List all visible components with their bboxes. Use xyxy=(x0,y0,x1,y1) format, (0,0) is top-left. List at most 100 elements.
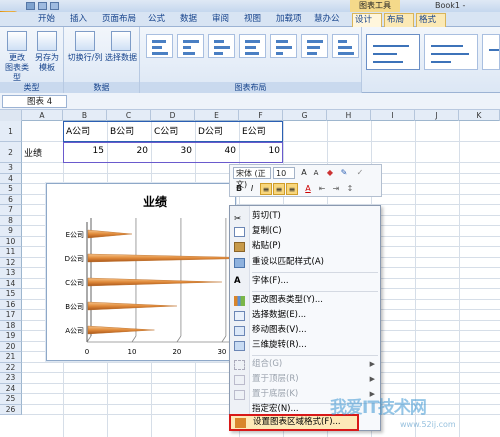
layout-option-3[interactable] xyxy=(208,34,235,58)
row-header-18[interactable]: 18 xyxy=(0,320,22,331)
text-direction-icon[interactable]: ↕ xyxy=(344,183,356,195)
x-tick-label: 30 xyxy=(217,348,226,356)
layout-option-4[interactable] xyxy=(239,34,266,58)
bold-icon[interactable]: B xyxy=(233,183,245,195)
col-header-h[interactable]: H xyxy=(327,110,371,121)
save-as-template-button[interactable]: 另存为 模板 xyxy=(32,31,62,73)
layout-option-1[interactable] xyxy=(146,34,173,58)
tab-data[interactable]: 数据 xyxy=(178,13,199,27)
row-header-3[interactable]: 3 xyxy=(0,163,22,174)
ribbon: 更改 图表类型 另存为 模板 类型 切换行/列 选择数据 数据 图表布局 xyxy=(0,27,500,93)
style-option-2[interactable] xyxy=(424,34,478,70)
indent-decrease-icon[interactable]: ⇤ xyxy=(316,183,328,195)
row-header-16[interactable]: 16 xyxy=(0,299,22,310)
row-header-26[interactable]: 26 xyxy=(0,404,22,415)
chart-area[interactable]: 业绩 0 10 20 30 A公司 B公司 C公司 D公司 E公司 xyxy=(46,183,237,361)
col-header-a[interactable]: A xyxy=(22,110,63,121)
tab-insert[interactable]: 插入 xyxy=(68,13,89,27)
align-left-icon[interactable]: ≡ xyxy=(260,183,272,195)
layout-option-2[interactable] xyxy=(177,34,204,58)
row-header-20[interactable]: 20 xyxy=(0,341,22,352)
bring-front-icon xyxy=(234,375,245,385)
menu-item-3d-rotation[interactable]: 三维旋转(R)... xyxy=(230,338,380,353)
col-header-d[interactable]: D xyxy=(151,110,195,121)
fill-color-icon[interactable]: ◆ xyxy=(324,167,336,179)
row-header-12[interactable]: 12 xyxy=(0,257,22,268)
row-header-9[interactable]: 9 xyxy=(0,226,22,237)
submenu-arrow-icon: ▶ xyxy=(369,360,375,368)
select-all-corner[interactable] xyxy=(0,110,22,121)
redo-icon[interactable] xyxy=(50,2,59,10)
menu-item-reset-style[interactable]: 重设以匹配样式(A) xyxy=(230,255,380,270)
col-header-c[interactable]: C xyxy=(107,110,151,121)
row-header-21[interactable]: 21 xyxy=(0,352,22,363)
indent-increase-icon[interactable]: ⇥ xyxy=(330,183,342,195)
row-header-22[interactable]: 22 xyxy=(0,362,22,373)
tab-page-layout[interactable]: 页面布局 xyxy=(100,13,138,27)
tab-home[interactable]: 开始 xyxy=(36,13,57,27)
col-header-e[interactable]: E xyxy=(195,110,239,121)
col-header-b[interactable]: B xyxy=(63,110,107,121)
menu-item-paste[interactable]: 粘贴(P) xyxy=(230,239,380,254)
row-header-24[interactable]: 24 xyxy=(0,383,22,394)
row-header-8[interactable]: 8 xyxy=(0,215,22,226)
col-header-k[interactable]: K xyxy=(459,110,500,121)
row-header-13[interactable]: 13 xyxy=(0,268,22,279)
row-header-7[interactable]: 7 xyxy=(0,205,22,216)
save-icon[interactable] xyxy=(26,2,35,10)
template-icon xyxy=(37,31,57,51)
align-right-icon[interactable]: ≡ xyxy=(286,183,298,195)
tab-format[interactable]: 格式 xyxy=(416,13,446,27)
layout-option-6[interactable] xyxy=(301,34,328,58)
col-header-i[interactable]: I xyxy=(371,110,415,121)
row-header-6[interactable]: 6 xyxy=(0,194,22,205)
name-box[interactable]: 图表 4 xyxy=(2,95,67,108)
change-chart-type-button[interactable]: 更改 图表类型 xyxy=(2,31,32,83)
row-header-17[interactable]: 17 xyxy=(0,310,22,321)
tab-design[interactable]: 设计 xyxy=(352,13,382,27)
row-header-23[interactable]: 23 xyxy=(0,373,22,384)
select-data-button[interactable]: 选择数据 xyxy=(104,31,138,63)
row-header-10[interactable]: 10 xyxy=(0,236,22,247)
style-option-1[interactable] xyxy=(366,34,420,70)
menu-item-copy[interactable]: 复制(C) xyxy=(230,224,380,239)
col-header-j[interactable]: J xyxy=(415,110,459,121)
align-center-icon[interactable]: ≡ xyxy=(273,183,285,195)
menu-item-move-chart[interactable]: 移动图表(V)... xyxy=(230,323,380,338)
row-header-4[interactable]: 4 xyxy=(0,173,22,184)
line-color-icon[interactable]: ✎ xyxy=(338,167,350,179)
menu-item-font[interactable]: A 字体(F)... xyxy=(230,274,380,289)
row-header-2[interactable]: 2 xyxy=(0,142,22,163)
tab-review[interactable]: 审阅 xyxy=(210,13,231,27)
tab-view[interactable]: 视图 xyxy=(242,13,263,27)
style-option-3[interactable] xyxy=(482,34,500,70)
col-header-g[interactable]: G xyxy=(283,110,327,121)
layout-option-5[interactable] xyxy=(270,34,297,58)
menu-item-change-chart-type[interactable]: 更改图表类型(Y)... xyxy=(230,293,380,308)
layout-option-7[interactable] xyxy=(332,34,359,58)
row-header-14[interactable]: 14 xyxy=(0,278,22,289)
switch-row-column-button[interactable]: 切换行/列 xyxy=(66,31,104,63)
cell-a2[interactable]: 业绩 xyxy=(24,146,42,159)
tab-layout[interactable]: 布局 xyxy=(384,13,414,27)
tab-huibangong[interactable]: 慧办公 xyxy=(312,13,342,27)
undo-icon[interactable] xyxy=(38,2,47,10)
tab-addins[interactable]: 加载项 xyxy=(274,13,304,27)
shrink-font-icon[interactable]: A xyxy=(310,167,322,179)
row-header-1[interactable]: 1 xyxy=(0,121,22,142)
font-size-field[interactable]: 10 xyxy=(273,167,295,179)
row-header-25[interactable]: 25 xyxy=(0,394,22,405)
grow-font-icon[interactable]: A xyxy=(298,167,310,179)
font-color-icon[interactable]: A xyxy=(302,183,314,195)
row-header-5[interactable]: 5 xyxy=(0,184,22,195)
menu-item-select-data[interactable]: 选择数据(E)... xyxy=(230,308,380,323)
font-name-field[interactable]: 宋体 (正文) xyxy=(233,167,271,189)
row-header-11[interactable]: 11 xyxy=(0,247,22,258)
row-header-15[interactable]: 15 xyxy=(0,289,22,300)
format-painter-icon[interactable]: ✓ xyxy=(354,167,366,179)
italic-icon[interactable]: I xyxy=(246,183,258,195)
row-header-19[interactable]: 19 xyxy=(0,331,22,342)
tab-formulas[interactable]: 公式 xyxy=(146,13,167,27)
menu-item-cut[interactable]: ✂ 剪切(T) xyxy=(230,209,380,224)
col-header-f[interactable]: F xyxy=(239,110,283,121)
